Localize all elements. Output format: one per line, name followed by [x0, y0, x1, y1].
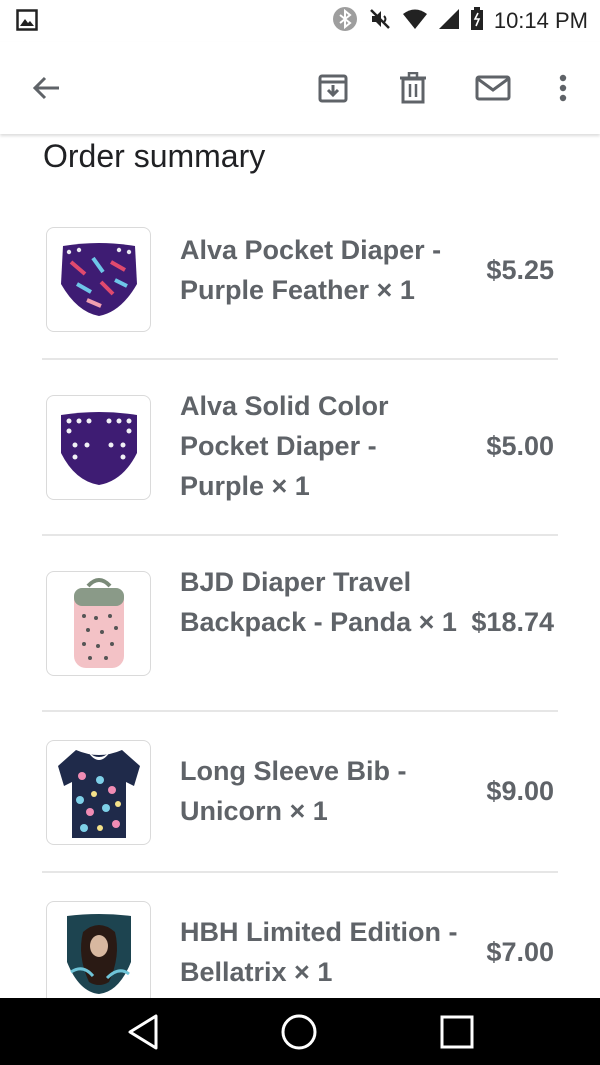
- order-summary-section: Order summary Alva Pocket Diaper - Purpl…: [0, 134, 600, 998]
- item-divider: [42, 358, 558, 360]
- clock: 10:14 PM: [493, 8, 588, 33]
- order-item[interactable]: Long Sleeve Bib - Unicorn × 1 $9.00: [42, 739, 558, 847]
- order-item[interactable]: Alva Pocket Diaper - Purple Feather × 1 …: [42, 226, 558, 334]
- delete-icon[interactable]: [391, 66, 435, 110]
- nav-back-icon[interactable]: [118, 1008, 168, 1056]
- bluetooth-icon: [332, 6, 358, 37]
- item-price: $18.74: [471, 607, 554, 637]
- nav-recents-icon[interactable]: [432, 1008, 482, 1056]
- item-divider: [42, 871, 558, 873]
- signal-icon: [438, 8, 460, 35]
- nav-home-icon[interactable]: [274, 1008, 324, 1056]
- status-bar: 10:14 PM: [0, 0, 600, 42]
- item-divider: [42, 710, 558, 712]
- item-name: HBH Limited Edition - Bellatrix × 1: [180, 917, 458, 987]
- battery-icon: [470, 6, 484, 36]
- product-image: [46, 395, 151, 500]
- item-name: BJD Diaper Travel Backpack - Panda × 1: [180, 567, 457, 637]
- item-price: $7.00: [486, 937, 554, 967]
- item-name: Alva Pocket Diaper - Purple Feather × 1: [180, 235, 442, 305]
- status-icons: 10:14 PM: [332, 6, 588, 36]
- order-item[interactable]: HBH Limited Edition - Bellatrix × 1 $7.0…: [42, 900, 558, 998]
- product-image: [46, 740, 151, 845]
- archive-icon[interactable]: [311, 66, 355, 110]
- item-price: $5.00: [486, 431, 554, 461]
- order-item[interactable]: Alva Solid Color Pocket Diaper - Purple …: [42, 391, 558, 502]
- product-image: [46, 571, 151, 676]
- item-price: $5.25: [486, 255, 554, 285]
- item-name: Long Sleeve Bib - Unicorn × 1: [180, 756, 407, 826]
- more-icon[interactable]: [541, 66, 585, 110]
- back-arrow-icon[interactable]: [24, 66, 68, 110]
- product-image: [46, 901, 151, 998]
- item-divider: [42, 534, 558, 536]
- app-toolbar: [0, 42, 600, 134]
- item-price: $9.00: [486, 776, 554, 806]
- item-name: Alva Solid Color Pocket Diaper - Purple …: [180, 391, 389, 501]
- order-item[interactable]: BJD Diaper Travel Backpack - Panda × 1 $…: [42, 567, 558, 678]
- mail-icon[interactable]: [471, 66, 515, 110]
- mute-icon: [368, 7, 392, 36]
- order-summary-title: Order summary: [43, 138, 266, 174]
- product-image: [46, 227, 151, 332]
- system-nav-bar: [0, 998, 600, 1065]
- wifi-icon: [402, 8, 428, 35]
- image-notification-icon: [16, 9, 38, 36]
